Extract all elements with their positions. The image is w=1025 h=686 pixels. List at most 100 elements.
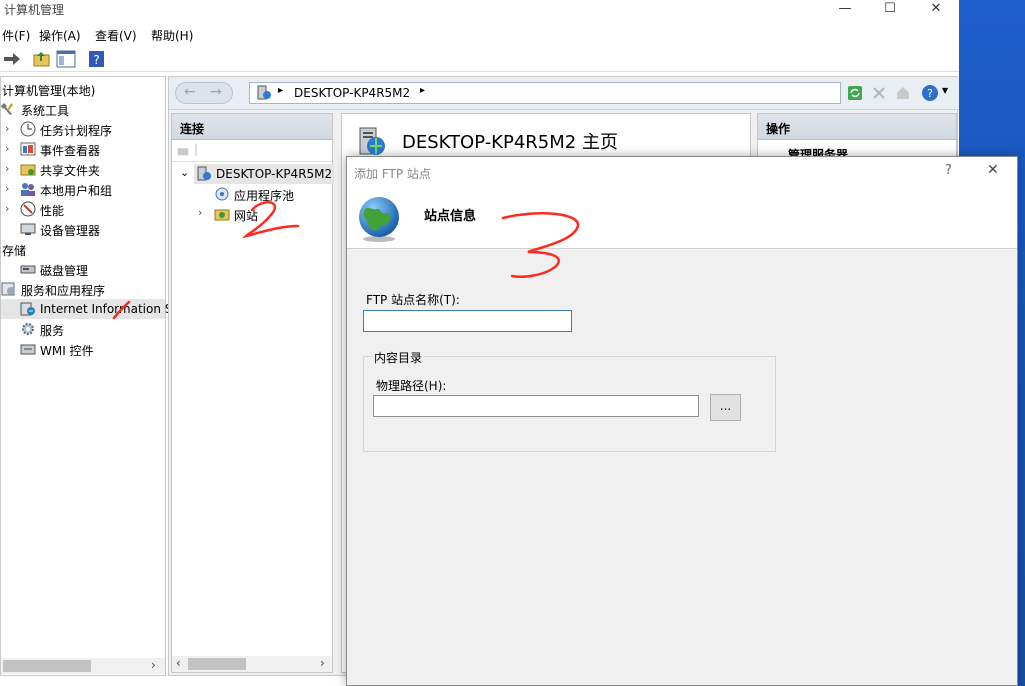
tree-item-local-users-groups[interactable]: › 本地用户和组 [1,179,165,199]
forward-arrow-icon[interactable]: → [210,84,222,100]
clock-icon [20,121,36,137]
scrollbar-thumb[interactable] [3,660,91,672]
event-viewer-icon [20,142,36,156]
tree-item-app-pools[interactable]: 应用程序池 [212,184,332,204]
chevron-right-icon[interactable]: › [5,122,9,135]
server-large-icon [359,127,385,155]
help-icon[interactable]: ? [921,84,939,102]
tree-item-iis[interactable]: Internet Information S [1,299,172,319]
sites-folder-icon [214,209,230,221]
tree-item-label: 系统工具 [21,104,70,118]
tree-item-server[interactable]: ⌄ DESKTOP-KP4R5M2 [180,164,334,184]
tools-icon [1,103,13,115]
globe-icon [359,197,399,242]
dialog-close-button[interactable]: ✕ [987,162,999,178]
ftp-site-name-input[interactable] [363,310,572,332]
connections-header: 连接 [172,114,332,140]
performance-icon [20,201,36,217]
navigation-bar: ← → ▸ DESKTOP-KP4R5M2 ▸ ? ▼ [169,77,959,110]
minimize-button[interactable]: — [822,0,868,22]
tree-item-storage[interactable]: 存储 [1,239,165,259]
tree-item-sites[interactable]: › 网站 [198,204,332,224]
chevron-down-icon[interactable]: ⌄ [180,166,189,179]
connections-horizontal-scrollbar[interactable]: ‹ › [172,656,332,672]
server-icon [197,166,211,181]
content-directory-group: 内容目录 物理路径(H): ... [363,349,776,452]
menu-file[interactable]: 件(F) [2,27,30,44]
tree-item-services-and-applications[interactable]: 服务和应用程序 [1,279,165,299]
home-icon[interactable] [895,85,911,101]
device-manager-icon [20,223,36,235]
tree-item-label: DESKTOP-KP4R5M2 [216,167,333,181]
wmi-icon [20,344,36,355]
scroll-right-icon[interactable]: › [320,656,325,670]
stop-icon[interactable] [871,85,887,101]
tree-item-device-manager[interactable]: 设备管理器 [1,219,165,239]
physical-path-input[interactable] [373,395,699,417]
scroll-left-icon[interactable]: ‹ [176,656,181,670]
close-button[interactable]: ✕ [913,0,959,22]
tree-item-label: 计算机管理(本地) [2,84,96,98]
tree-item-label: 共享文件夹 [40,164,101,178]
services-apps-icon [1,282,15,296]
physical-path-label: 物理路径(H): [376,379,447,393]
tree-item-system-tools[interactable]: 系统工具 [1,99,165,119]
tree-item-task-scheduler[interactable]: › 任务计划程序 [1,119,165,139]
dialog-header: 站点信息 [347,187,1017,249]
section-title: 站点信息 [424,209,477,224]
tree-item-performance[interactable]: › 性能 [1,199,165,219]
chevron-right-icon[interactable]: › [5,162,9,175]
app-pool-icon [215,187,229,201]
tree-item-computer-management[interactable]: 计算机管理(本地) [1,79,165,99]
tree-item-label: 事件查看器 [40,144,101,158]
tree-item-label: 存储 [2,244,27,258]
refresh-icon[interactable] [847,85,863,101]
menu-action[interactable]: 操作(A) [39,27,81,44]
chevron-right-icon[interactable]: › [5,182,9,195]
connect-icon[interactable] [176,143,190,157]
actions-header: 操作 [758,114,956,140]
browse-button[interactable]: ... [710,394,741,421]
dialog-help-button[interactable]: ? [945,163,952,178]
console-tree: 计算机管理(本地) 系统工具 › 任务计划程序 › 事件查看器 › 共享文件夹 … [0,76,172,676]
back-arrow-icon[interactable]: ← [184,84,196,100]
menu-help[interactable]: 帮助(H) [151,27,193,44]
menu-bar: 件(F) 操作(A) 查看(V) 帮助(H) [0,24,959,44]
actions-title: 操作 [766,122,791,136]
up-folder-icon[interactable] [32,50,52,68]
scroll-right-icon[interactable]: › [151,658,156,672]
tree-item-disk-management[interactable]: 磁盘管理 [1,259,165,279]
connections-pane: 连接 | ⌄ DESKTOP-KP4R5M2 应用程序池 › 网站 ‹ › [171,113,334,673]
content-title: DESKTOP-KP4R5M2 主页 [402,132,618,153]
tree-item-label: 性能 [40,204,65,218]
tree-item-wmi-control[interactable]: WMI 控件 [1,339,165,359]
scrollbar-thumb[interactable] [188,658,246,670]
users-icon [21,183,35,196]
maximize-button[interactable]: ☐ [867,0,913,22]
dialog-title: 添加 FTP 站点 [354,167,431,181]
chevron-right-icon[interactable]: › [5,202,9,215]
forward-arrow-icon[interactable] [2,50,22,68]
tree-item-label: 本地用户和组 [40,184,113,198]
tree-item-label: 设备管理器 [40,224,101,238]
console-tree-horizontal-scrollbar[interactable]: › [1,658,165,674]
iis-icon [20,302,35,316]
menu-view[interactable]: 查看(V) [95,27,137,44]
chevron-right-icon[interactable]: › [5,142,9,155]
back-forward-buttons: ← → [175,82,233,104]
ftp-site-name-label: FTP 站点名称(T): [366,293,460,307]
help-dropdown-icon[interactable]: ▼ [942,86,948,95]
tree-item-event-viewer[interactable]: › 事件查看器 [1,139,165,159]
tree-item-label: Internet Information S [40,302,173,316]
help-book-icon[interactable]: ? [87,50,107,68]
show-hide-console-tree-icon[interactable] [56,50,76,68]
tree-item-shared-folders[interactable]: › 共享文件夹 [1,159,165,179]
svg-text:?: ? [93,53,99,67]
breadcrumb-separator-icon[interactable]: ▸ [420,85,425,96]
chevron-right-icon[interactable]: › [198,206,202,219]
breadcrumb-separator-icon: ▸ [278,85,284,96]
tree-item-services[interactable]: 服务 [1,319,165,339]
address-text: DESKTOP-KP4R5M2 [294,86,411,100]
address-bar[interactable]: ▸ DESKTOP-KP4R5M2 ▸ [249,82,841,104]
content-directory-label: 内容目录 [372,349,425,366]
